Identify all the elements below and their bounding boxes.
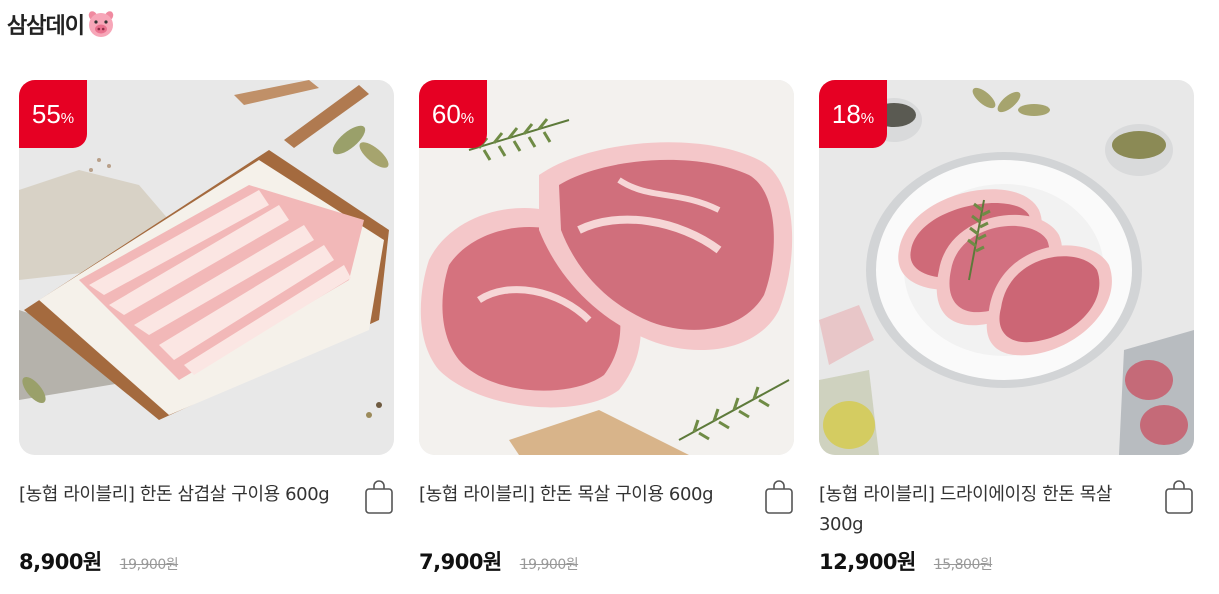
shopping-bag-icon[interactable]	[764, 480, 794, 514]
discount-badge: 18%	[819, 80, 887, 148]
sale-price: 8,900원	[19, 550, 102, 574]
discount-value: 18	[831, 98, 861, 129]
pig-face-icon	[86, 9, 116, 39]
original-price: 19,900원	[519, 557, 579, 573]
shopping-bag-icon[interactable]	[364, 480, 394, 514]
sale-price: 7,900원	[419, 550, 502, 574]
product-name[interactable]: [농협 라이블리] 한돈 삼겹살 구이용 600g	[19, 480, 349, 510]
section-title: 삼삼데이	[7, 14, 85, 39]
product-thumbnail[interactable]: 18%	[819, 80, 1194, 455]
section-header: 삼삼데이	[7, 8, 116, 40]
discount-unit: %	[860, 109, 875, 127]
discount-unit: %	[460, 109, 475, 127]
sale-price: 12,900원	[819, 550, 916, 574]
product-thumbnail[interactable]: 60%	[419, 80, 794, 455]
price-row: 12,900원 15,800원	[819, 546, 993, 576]
product-card[interactable]: 18% [농협 라이블리] 드라이에이징 한돈 목살 300g 12,900원 …	[819, 80, 1194, 594]
discount-badge: 60%	[419, 80, 487, 148]
original-price: 19,900원	[119, 557, 179, 573]
shopping-bag-icon[interactable]	[1164, 480, 1194, 514]
original-price: 15,800원	[933, 557, 993, 573]
price-row: 7,900원 19,900원	[419, 546, 579, 576]
product-card[interactable]: 60% [농협 라이블리] 한돈 목살 구이용 600g 7,900원 19,9…	[419, 80, 794, 594]
price-row: 8,900원 19,900원	[19, 546, 179, 576]
discount-value: 60	[431, 98, 461, 129]
product-card[interactable]: 55% [농협 라이블리] 한돈 삼겹살 구이용 600g 8,900원 19,…	[19, 80, 394, 594]
product-thumbnail[interactable]: 55%	[19, 80, 394, 455]
discount-unit: %	[60, 109, 75, 127]
discount-value: 55	[31, 98, 61, 129]
product-name[interactable]: [농협 라이블리] 드라이에이징 한돈 목살 300g	[819, 480, 1149, 540]
discount-badge: 55%	[19, 80, 87, 148]
product-name[interactable]: [농협 라이블리] 한돈 목살 구이용 600g	[419, 480, 749, 510]
